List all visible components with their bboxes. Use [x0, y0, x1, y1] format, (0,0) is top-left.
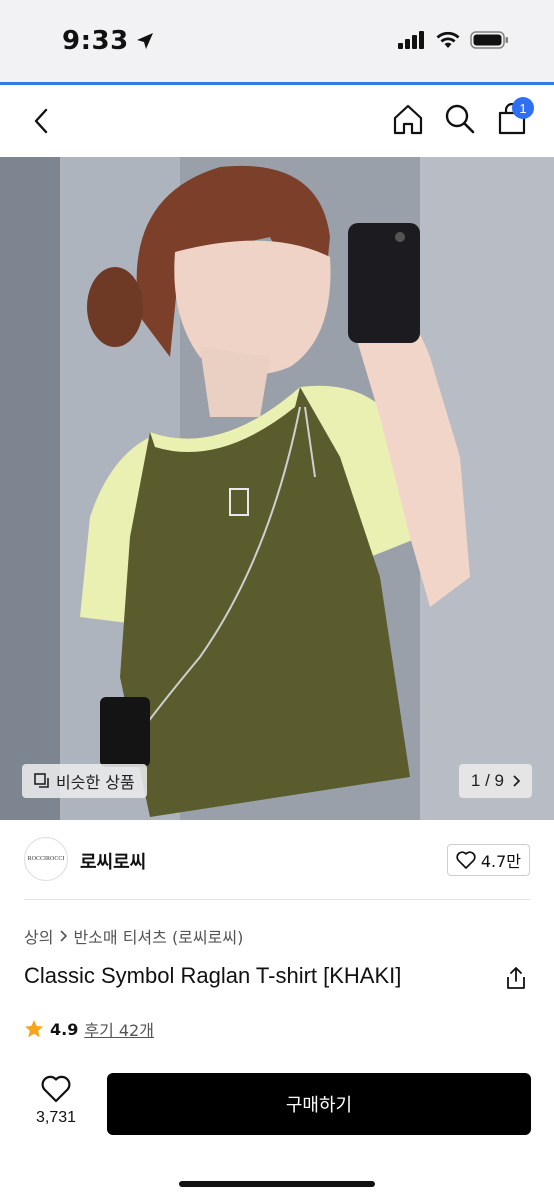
status-bar: 9:33: [0, 0, 554, 82]
buy-button-label: 구매하기: [285, 1095, 353, 1116]
back-button[interactable]: [26, 105, 56, 137]
heart-icon: [41, 1075, 71, 1103]
divider: [24, 899, 530, 900]
product-image-carousel[interactable]: 비슷한 상품 1 / 9: [0, 157, 554, 820]
battery-icon: [470, 31, 508, 49]
like-count: 3,731: [35, 1109, 77, 1126]
copy-icon: [34, 773, 49, 788]
top-navigation: 1: [0, 85, 554, 157]
rating-score: 4.9: [50, 1019, 79, 1039]
shop-name[interactable]: 로씨로씨: [80, 848, 146, 874]
page-counter-text: 1 / 9: [470, 771, 504, 790]
breadcrumb-subcategory[interactable]: 반소매 티셔츠 (로씨로씨): [73, 924, 243, 948]
location-arrow-icon: [136, 33, 153, 49]
bottom-like-button[interactable]: 3,731: [30, 1075, 82, 1127]
cart-count-badge: 1: [512, 97, 534, 119]
image-page-counter[interactable]: 1 / 9: [458, 764, 532, 798]
reviews-link[interactable]: 후기 42개: [84, 1017, 154, 1041]
home-icon: [393, 104, 423, 135]
breadcrumb-category[interactable]: 상의: [24, 924, 53, 948]
share-button[interactable]: [502, 964, 530, 992]
buy-button[interactable]: 구매하기: [107, 1073, 531, 1135]
cart-button[interactable]: 1: [496, 97, 534, 137]
shop-row: ROCCIROCCI 로씨로씨 4.7만: [0, 820, 554, 900]
chevron-right-icon: [513, 775, 520, 787]
similar-products-button[interactable]: 비슷한 상품: [22, 764, 147, 798]
breadcrumb: 상의 반소매 티셔츠 (로씨로씨): [24, 924, 243, 948]
shop-logo-text: ROCCIROCCI: [27, 856, 65, 862]
heart-icon: [456, 851, 476, 869]
chevron-right-icon: [60, 930, 68, 942]
search-button[interactable]: [444, 101, 476, 137]
shop-like-button[interactable]: 4.7만: [446, 844, 530, 876]
shop-logo[interactable]: ROCCIROCCI: [24, 837, 68, 881]
status-time: 9:33: [62, 26, 155, 56]
status-indicators: [398, 30, 510, 50]
home-indicator: [179, 1181, 375, 1187]
product-title: Classic Symbol Raglan T-shirt [KHAKI]: [24, 963, 402, 988]
search-icon: [445, 104, 475, 134]
signal-icon: [398, 31, 424, 49]
product-photo: [0, 157, 554, 820]
rating-row: 4.9 후기 42개: [24, 1017, 154, 1041]
shop-like-count: 4.7만: [480, 852, 521, 871]
star-icon: [25, 1020, 43, 1038]
wifi-icon: [436, 31, 460, 48]
similar-products-label: 비슷한 상품: [56, 773, 135, 792]
share-icon: [507, 967, 525, 989]
home-button[interactable]: [392, 101, 424, 137]
chevron-left-icon: [34, 108, 48, 134]
